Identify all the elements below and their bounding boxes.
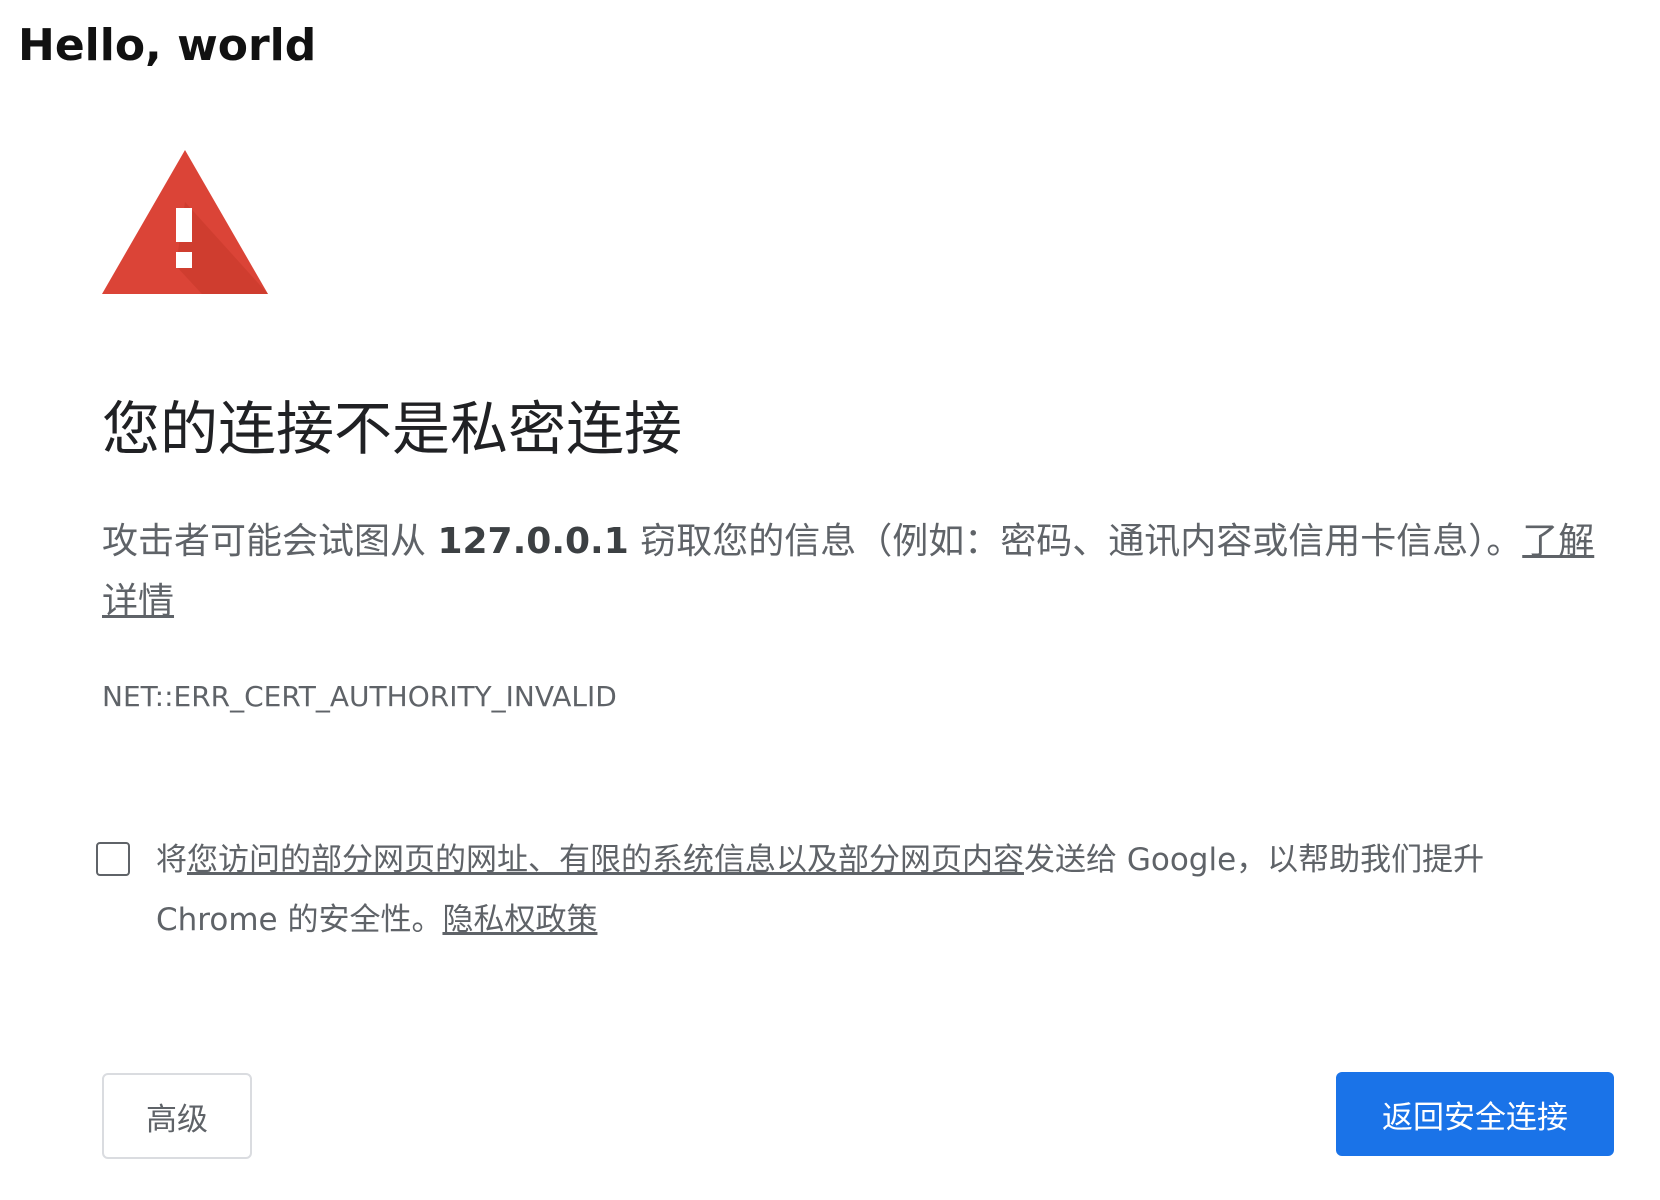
- advanced-button[interactable]: 高级: [102, 1073, 252, 1159]
- host-name: 127.0.0.1: [437, 521, 629, 562]
- optin-prefix: 将: [156, 842, 187, 878]
- main-message: 攻击者可能会试图从 127.0.0.1 窃取您的信息（例如：密码、通讯内容或信用…: [102, 512, 1612, 632]
- optin-underlined-text: 您访问的部分网页的网址、有限的系统信息以及部分网页内容: [187, 842, 1024, 878]
- safe-browsing-optin: 将您访问的部分网页的网址、有限的系统信息以及部分网页内容发送给 Google，以…: [96, 830, 1606, 950]
- optin-label: 将您访问的部分网页的网址、有限的系统信息以及部分网页内容发送给 Google，以…: [156, 830, 1556, 950]
- back-to-safety-button[interactable]: 返回安全连接: [1336, 1072, 1614, 1156]
- warning-triangle-icon: [102, 150, 268, 294]
- page-heading: Hello, world: [18, 20, 317, 71]
- message-text-continued: 窃取您的信息（例如：密码、通讯内容或信用卡信息）。: [628, 521, 1523, 562]
- main-title: 您的连接不是私密连接: [102, 395, 683, 463]
- message-text: 攻击者可能会试图从: [102, 521, 438, 562]
- interstitial-container: 您的连接不是私密连接 攻击者可能会试图从 127.0.0.1 窃取您的信息（例如…: [96, 150, 1614, 1159]
- privacy-policy-link[interactable]: 隐私权政策: [442, 902, 597, 938]
- optin-checkbox[interactable]: [96, 842, 130, 876]
- error-code: NET::ERR_CERT_AUTHORITY_INVALID: [102, 680, 617, 713]
